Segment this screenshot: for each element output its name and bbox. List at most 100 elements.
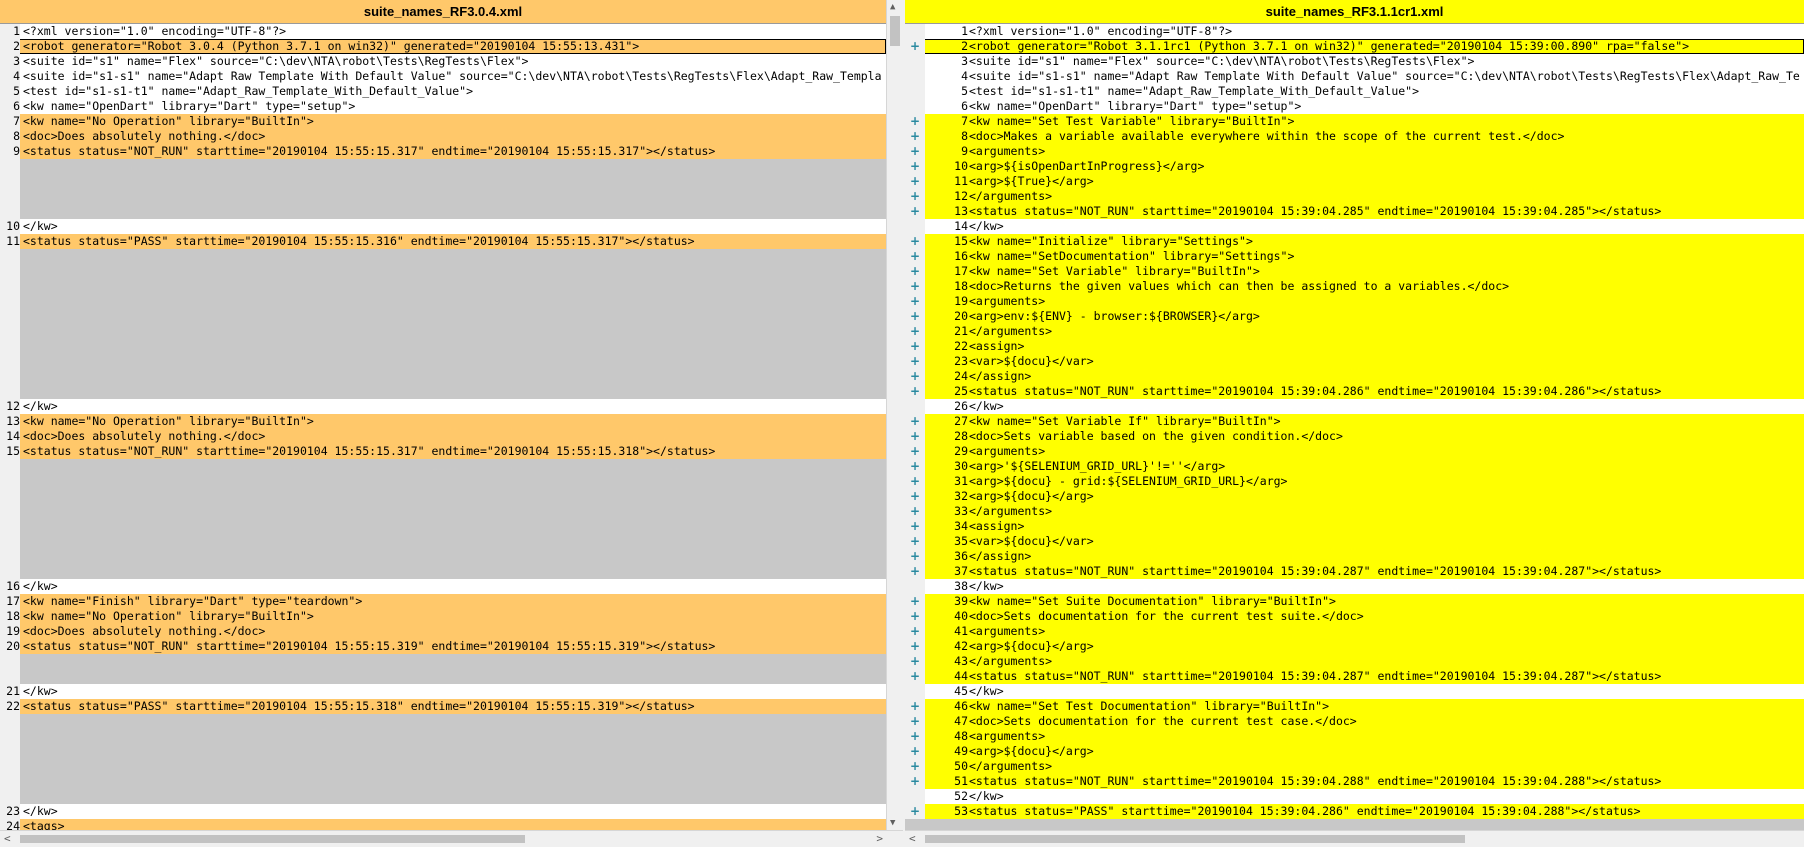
right-code-line[interactable]: +48 <arguments> <box>905 729 1804 744</box>
right-code-line[interactable]: +47 <doc>Sets documentation for the curre… <box>905 714 1804 729</box>
right-code-line[interactable]: 38 </kw> <box>905 579 1804 594</box>
right-code-line[interactable]: 6 <kw name="OpenDart" library="Dart" type… <box>905 99 1804 114</box>
right-code-line[interactable]: +46 <kw name="Set Test Documentation" lib… <box>905 699 1804 714</box>
right-code-line[interactable]: +34 <assign> <box>905 519 1804 534</box>
right-code-line[interactable]: +10 <arg>${isOpenDartInProgress}</arg> <box>905 159 1804 174</box>
right-code-line[interactable]: 52 </kw> <box>905 789 1804 804</box>
scroll-left-icon[interactable]: < <box>909 832 916 845</box>
left-code-line[interactable] <box>0 459 886 474</box>
left-code-view[interactable]: 1 <?xml version="1.0" encoding="UTF-8"?> 2… <box>0 24 886 847</box>
left-code-line[interactable] <box>0 204 886 219</box>
left-code-line[interactable]: 18 <kw name="No Operation" library="Built… <box>0 609 886 624</box>
right-code-line[interactable]: 45 </kw> <box>905 684 1804 699</box>
right-code-line[interactable]: +49 <arg>${docu}</arg> <box>905 744 1804 759</box>
right-code-view[interactable]: 1 <?xml version="1.0" encoding="UTF-8"?> +… <box>905 24 1804 819</box>
left-code-line[interactable] <box>0 729 886 744</box>
right-code-line[interactable]: +2 <robot generator="Robot 3.1.1rc1 (Pyth… <box>905 39 1804 54</box>
right-code-line[interactable]: +39 <kw name="Set Suite Documentation" li… <box>905 594 1804 609</box>
right-code-line[interactable]: +42 <arg>${docu}</arg> <box>905 639 1804 654</box>
right-code-line[interactable]: 1 <?xml version="1.0" encoding="UTF-8"?> <box>905 24 1804 39</box>
right-code-line[interactable]: +41 <arguments> <box>905 624 1804 639</box>
left-hscroll-thumb[interactable] <box>20 835 525 843</box>
left-code-line[interactable]: 9 <status status="NOT_RUN" starttime="201… <box>0 144 886 159</box>
right-code-line[interactable]: +51 <status status="NOT_RUN" starttime="2… <box>905 774 1804 789</box>
right-code-line[interactable]: +9 <arguments> <box>905 144 1804 159</box>
left-code-line[interactable] <box>0 369 886 384</box>
right-code-line[interactable]: +19 <arguments> <box>905 294 1804 309</box>
left-code-line[interactable]: 23 </kw> <box>0 804 886 819</box>
right-code-line[interactable]: +33 </arguments> <box>905 504 1804 519</box>
right-code-line[interactable]: 4 <suite id="s1-s1" name="Adapt Raw Templ… <box>905 69 1804 84</box>
left-code-line[interactable] <box>0 159 886 174</box>
right-code-line[interactable]: +44 <status status="NOT_RUN" starttime="2… <box>905 669 1804 684</box>
left-code-line[interactable] <box>0 774 886 789</box>
right-code-line[interactable]: +16 <kw name="SetDocumentation" library="… <box>905 249 1804 264</box>
scroll-down-icon[interactable]: ▼ <box>890 818 895 828</box>
right-code-line[interactable]: +29 <arguments> <box>905 444 1804 459</box>
left-code-line[interactable] <box>0 489 886 504</box>
left-code-line[interactable]: 14 <doc>Does absolutely nothing.</doc> <box>0 429 886 444</box>
right-code-line[interactable]: +13 <status status="NOT_RUN" starttime="2… <box>905 204 1804 219</box>
left-code-line[interactable] <box>0 309 886 324</box>
right-code-line[interactable]: +37 <status status="NOT_RUN" starttime="2… <box>905 564 1804 579</box>
left-code-line[interactable] <box>0 669 886 684</box>
left-code-line[interactable]: 21 </kw> <box>0 684 886 699</box>
left-code-line[interactable] <box>0 549 886 564</box>
right-code-line[interactable]: +7 <kw name="Set Test Variable" library="… <box>905 114 1804 129</box>
right-horizontal-scrollbar[interactable]: < <box>905 830 1804 847</box>
left-vscroll-thumb[interactable] <box>890 16 900 46</box>
left-code-line[interactable] <box>0 744 886 759</box>
left-code-line[interactable] <box>0 324 886 339</box>
right-code-line[interactable]: +36 </assign> <box>905 549 1804 564</box>
left-code-line[interactable]: 6 <kw name="OpenDart" library="Dart" type… <box>0 99 886 114</box>
scroll-up-icon[interactable]: ▲ <box>890 2 895 12</box>
right-code-line[interactable]: +24 </assign> <box>905 369 1804 384</box>
left-code-line[interactable] <box>0 714 886 729</box>
left-code-line[interactable]: 12 </kw> <box>0 399 886 414</box>
left-horizontal-scrollbar[interactable]: < > <box>0 830 903 847</box>
right-code-line[interactable]: +31 <arg>${docu} - grid:${SELENIUM_GRID_U… <box>905 474 1804 489</box>
left-code-line[interactable] <box>0 564 886 579</box>
right-code-line[interactable]: +22 <assign> <box>905 339 1804 354</box>
left-code-line[interactable] <box>0 384 886 399</box>
left-code-line[interactable]: 3 <suite id="s1" name="Flex" source="C:\d… <box>0 54 886 69</box>
right-code-line[interactable]: 5 <test id="s1-s1-t1" name="Adapt_Raw_Tem… <box>905 84 1804 99</box>
left-code-line[interactable] <box>0 189 886 204</box>
right-code-line[interactable]: +15 <kw name="Initialize" library="Settin… <box>905 234 1804 249</box>
left-code-line[interactable]: 10 </kw> <box>0 219 886 234</box>
right-code-line[interactable]: 3 <suite id="s1" name="Flex" source="C:\d… <box>905 54 1804 69</box>
left-code-line[interactable]: 2 <robot generator="Robot 3.0.4 (Python 3… <box>0 39 886 54</box>
right-code-line[interactable]: +28 <doc>Sets variable based on the given… <box>905 429 1804 444</box>
left-code-line[interactable] <box>0 249 886 264</box>
right-code-line[interactable]: +27 <kw name="Set Variable If" library="B… <box>905 414 1804 429</box>
left-code-line[interactable] <box>0 294 886 309</box>
left-code-line[interactable] <box>0 759 886 774</box>
right-code-line[interactable]: +25 <status status="NOT_RUN" starttime="2… <box>905 384 1804 399</box>
left-code-line[interactable]: 13 <kw name="No Operation" library="Built… <box>0 414 886 429</box>
right-code-line[interactable]: +11 <arg>${True}</arg> <box>905 174 1804 189</box>
right-code-line[interactable]: +50 </arguments> <box>905 759 1804 774</box>
left-code-line[interactable]: 4 <suite id="s1-s1" name="Adapt Raw Templ… <box>0 69 886 84</box>
left-code-line[interactable] <box>0 174 886 189</box>
right-hscroll-thumb[interactable] <box>925 835 1465 843</box>
right-code-line[interactable]: +32 <arg>${docu}</arg> <box>905 489 1804 504</box>
left-code-line[interactable] <box>0 339 886 354</box>
left-vertical-scrollbar[interactable]: ▲ ▼ <box>886 0 903 830</box>
right-code-line[interactable]: +53 <status status="PASS" starttime="2019… <box>905 804 1804 819</box>
right-code-line[interactable]: +21 </arguments> <box>905 324 1804 339</box>
left-code-line[interactable]: 5 <test id="s1-s1-t1" name="Adapt_Raw_Tem… <box>0 84 886 99</box>
left-code-line[interactable] <box>0 279 886 294</box>
left-code-line[interactable] <box>0 654 886 669</box>
right-code-line[interactable]: +43 </arguments> <box>905 654 1804 669</box>
right-code-line[interactable]: +18 <doc>Returns the given values which c… <box>905 279 1804 294</box>
right-code-line[interactable]: +40 <doc>Sets documentation for the curre… <box>905 609 1804 624</box>
left-code-line[interactable]: 19 <doc>Does absolutely nothing.</doc> <box>0 624 886 639</box>
left-code-line[interactable] <box>0 354 886 369</box>
left-code-line[interactable] <box>0 519 886 534</box>
left-code-line[interactable]: 20 <status status="NOT_RUN" starttime="20… <box>0 639 886 654</box>
right-code-line[interactable]: +23 <var>${docu}</var> <box>905 354 1804 369</box>
left-code-line[interactable] <box>0 504 886 519</box>
right-code-line[interactable]: +8 <doc>Makes a variable available everyw… <box>905 129 1804 144</box>
right-code-line[interactable]: +30 <arg>'${SELENIUM_GRID_URL}'!=''</arg> <box>905 459 1804 474</box>
right-code-line[interactable]: +35 <var>${docu}</var> <box>905 534 1804 549</box>
